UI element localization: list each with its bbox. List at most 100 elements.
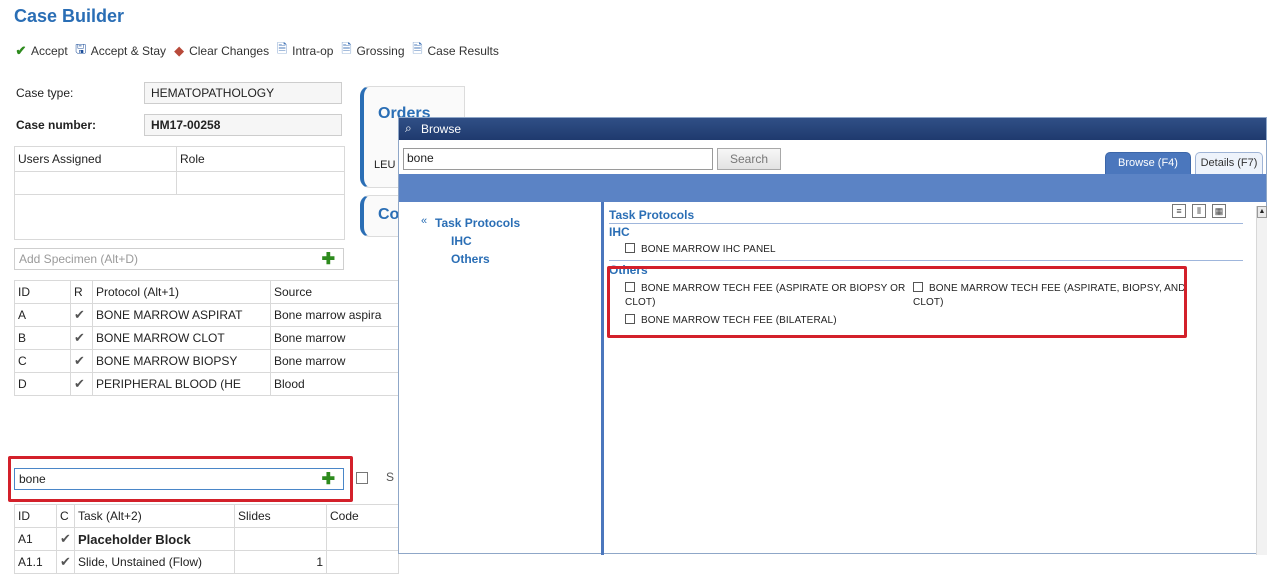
checkbox[interactable] [625, 243, 635, 253]
accept-button[interactable]: ✔ Accept [14, 43, 68, 59]
tab-details[interactable]: Details (F7) [1195, 152, 1263, 174]
specimen-source: Bone marrow [270, 326, 399, 350]
browse-content-pane: Task Protocols IHC BONE MARROW IHC PANEL… [607, 202, 1255, 555]
case-number-field[interactable]: HM17-00258 [144, 114, 342, 136]
page-arrow-icon: 🗎 [276, 41, 288, 56]
task-name: Placeholder Block [74, 527, 235, 551]
task-search-value: bone [19, 472, 46, 486]
nav-others[interactable]: Others [451, 252, 490, 266]
users-empty-area [14, 194, 177, 240]
case-type-label: Case type: [16, 86, 74, 100]
task-checkbox[interactable] [356, 472, 368, 484]
accept-stay-button[interactable]: 🖫 Accept & Stay [74, 40, 166, 62]
dialog-titlebar[interactable]: ⌕ Browse [399, 118, 1266, 140]
intra-op-label: Intra-op [292, 44, 334, 58]
specimen-id: B [14, 326, 71, 350]
checkmark-icon: ✔ [15, 43, 27, 58]
page-arrow-icon: 🗎 [341, 41, 352, 56]
specimen-col-protocol[interactable]: Protocol (Alt+1) [92, 280, 271, 304]
task-col-task[interactable]: Task (Alt+2) [74, 504, 235, 528]
highlight-box [607, 266, 1187, 338]
add-specimen-input[interactable]: Add Specimen (Alt+D) ✚ [14, 248, 344, 270]
specimen-col-id[interactable]: ID [14, 280, 71, 304]
case-results-label: Case Results [427, 44, 499, 58]
task-grid: ID C Task (Alt+2) Slides Code A1 ✔ Place… [14, 504, 399, 574]
add-specimen-placeholder: Add Specimen (Alt+D) [19, 252, 139, 266]
task-col-slides[interactable]: Slides [234, 504, 327, 528]
users-cell[interactable] [14, 171, 177, 195]
grossing-label: Grossing [356, 44, 405, 58]
specimen-protocol: BONE MARROW CLOT [92, 326, 271, 350]
specimen-protocol: BONE MARROW ASPIRAT [92, 303, 271, 327]
search-button[interactable]: Search [717, 148, 781, 170]
clear-changes-button[interactable]: ◆ Clear Changes [172, 43, 269, 59]
divider [609, 260, 1243, 261]
task-col-code[interactable]: Code [326, 504, 399, 528]
tab-browse[interactable]: Browse (F4) [1105, 152, 1191, 174]
task-id: A1 [14, 527, 57, 551]
scrollbar[interactable]: ▲ [1256, 206, 1267, 555]
checkmark-icon: ✔ [70, 326, 93, 350]
task-slides [234, 527, 327, 551]
add-icon[interactable]: ✚ [322, 249, 335, 269]
role-cell[interactable] [176, 171, 345, 195]
page-arrow-icon: 🗎 [412, 41, 423, 56]
grossing-button[interactable]: 🗎 Grossing [339, 40, 404, 62]
dialog-title: Browse [421, 122, 462, 136]
case-type-field[interactable]: HEMATOPATHOLOGY [144, 82, 342, 104]
table-row[interactable]: C ✔ BONE MARROW BIOPSY Bone marrow [14, 349, 399, 373]
specimen-source: Bone marrow aspira [270, 303, 399, 327]
specimen-id: C [14, 349, 71, 373]
browse-search-input[interactable]: bone [403, 148, 713, 170]
page-title: Case Builder [14, 6, 125, 26]
specimen-col-r[interactable]: R [70, 280, 93, 304]
task-side-label: S [386, 470, 395, 484]
eraser-icon: ◆ [174, 43, 185, 58]
scroll-up-icon[interactable]: ▲ [1257, 206, 1267, 218]
collapse-icon[interactable]: « [421, 215, 427, 227]
specimen-protocol: BONE MARROW BIOPSY [92, 349, 271, 373]
users-empty-area [176, 194, 345, 240]
browse-nav-pane: « Task Protocols IHC Others [399, 202, 604, 555]
table-row[interactable]: A1 ✔ Placeholder Block [14, 527, 399, 551]
specimen-id: A [14, 303, 71, 327]
role-header[interactable]: Role [176, 146, 345, 172]
table-row[interactable]: B ✔ BONE MARROW CLOT Bone marrow [14, 326, 399, 350]
add-icon[interactable]: ✚ [322, 469, 335, 489]
nav-task-protocols[interactable]: Task Protocols [435, 216, 520, 230]
checkmark-icon: ✔ [70, 372, 93, 396]
task-search-input[interactable]: bone ✚ [14, 468, 344, 490]
case-number-label: Case number: [16, 118, 97, 132]
dialog-band [399, 174, 1266, 202]
group-ihc-title: IHC [609, 225, 630, 239]
checkmark-icon: ✔ [56, 527, 75, 551]
intra-op-button[interactable]: 🗎 Intra-op [275, 40, 334, 62]
task-col-c[interactable]: C [56, 504, 75, 528]
table-row[interactable]: A ✔ BONE MARROW ASPIRAT Bone marrow aspi… [14, 303, 399, 327]
clear-changes-label: Clear Changes [189, 44, 270, 58]
users-assigned-header[interactable]: Users Assigned [14, 146, 177, 172]
specimen-source: Blood [270, 372, 399, 396]
comments-title: Co [378, 206, 400, 223]
checkmark-icon: ✔ [70, 349, 93, 373]
accept-label: Accept [31, 44, 68, 58]
specimen-grid: ID R Protocol (Alt+1) Source A ✔ BONE MA… [14, 280, 399, 396]
item-label: BONE MARROW IHC PANEL [641, 244, 776, 255]
checkmark-icon: ✔ [70, 303, 93, 327]
specimen-col-source[interactable]: Source [270, 280, 399, 304]
save-icon: 🖫 [75, 41, 87, 56]
browse-dialog: ⌕ Browse bone Search Browse (F4) Details… [398, 117, 1267, 555]
specimen-id: D [14, 372, 71, 396]
divider [609, 223, 1243, 224]
task-col-id[interactable]: ID [14, 504, 57, 528]
task-code [326, 527, 399, 551]
case-results-button[interactable]: 🗎 Case Results [411, 40, 499, 62]
specimen-protocol: PERIPHERAL BLOOD (HE [92, 372, 271, 396]
nav-ihc[interactable]: IHC [451, 234, 472, 248]
search-icon: ⌕ [405, 121, 412, 135]
toolbar: ✔ Accept 🖫 Accept & Stay ◆ Clear Changes… [14, 40, 499, 62]
list-item[interactable]: BONE MARROW IHC PANEL [625, 241, 776, 255]
accept-stay-label: Accept & Stay [90, 44, 167, 58]
table-row[interactable]: D ✔ PERIPHERAL BLOOD (HE Blood [14, 372, 399, 396]
orders-row[interactable]: LEU [374, 159, 395, 171]
